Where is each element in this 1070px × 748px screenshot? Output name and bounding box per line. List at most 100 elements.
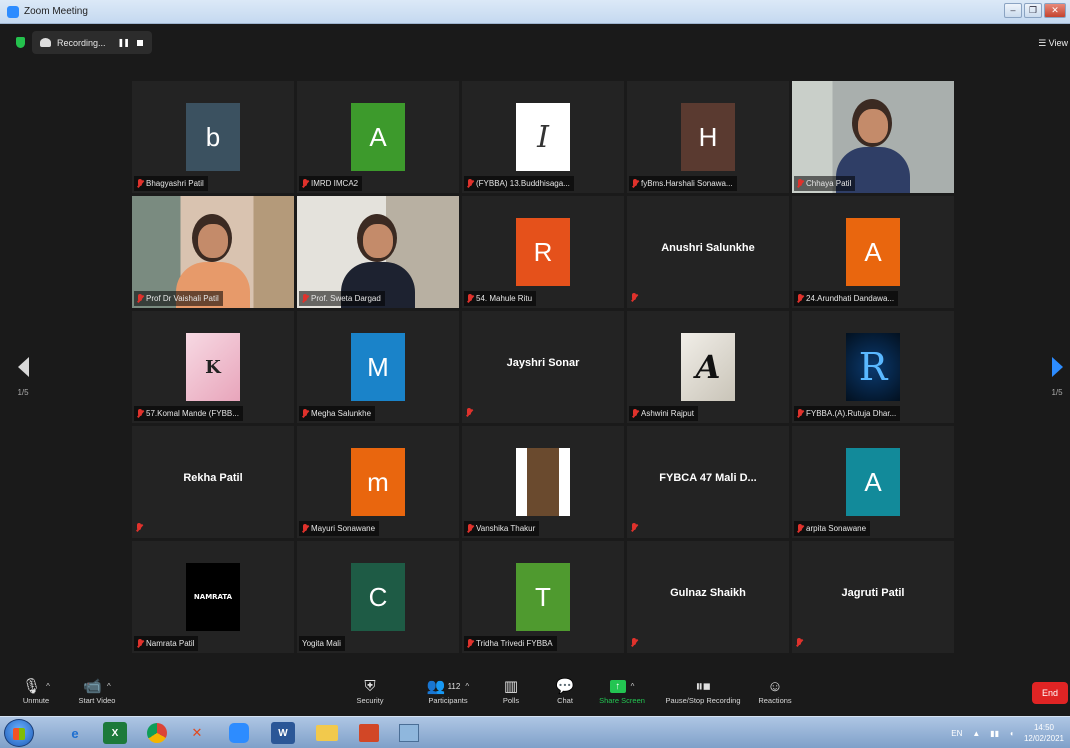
chat-button[interactable]: 💬 Chat — [550, 676, 580, 705]
muted-mic-icon — [632, 408, 638, 419]
participant-name-label: FYBBA.(A).Rutuja Dhar... — [794, 406, 901, 421]
participant-tile[interactable]: HfyBms.Harshali Sonawa... — [627, 81, 789, 193]
participant-tile[interactable]: A IMRD IMCA2 — [297, 81, 459, 193]
participant-tile[interactable]: b Bhagyashri Patil — [132, 81, 294, 193]
word-icon[interactable]: W — [271, 722, 295, 744]
file-explorer-icon[interactable] — [310, 720, 344, 746]
participant-tile[interactable]: Anushri Salunkhe — [627, 196, 789, 308]
participant-name-label: fyBms.Harshali Sonawa... — [629, 176, 737, 191]
share-screen-button[interactable]: ↑ ^ Share Screen — [596, 676, 648, 705]
participant-name: FYBBA.(A).Rutuja Dhar... — [806, 409, 897, 418]
chat-icon: 💬 — [555, 678, 575, 695]
muted-mic-icon — [466, 408, 472, 418]
participant-name-label: Ashwini Rajput — [629, 406, 698, 421]
network-icon[interactable]: ▮▮ — [990, 729, 999, 738]
tray-expand-icon[interactable]: ▲ — [972, 729, 980, 738]
start-video-label: Start Video — [78, 696, 116, 705]
start-button[interactable] — [4, 719, 34, 747]
participant-tile[interactable]: R 54. Mahule Ritu — [462, 196, 624, 308]
participant-name: Prof. Sweta Dargad — [311, 294, 381, 303]
maximize-button[interactable]: ❐ — [1024, 3, 1042, 18]
participant-tile[interactable]: Chhaya Patil — [792, 81, 954, 193]
participant-tile[interactable]: R FYBBA.(A).Rutuja Dhar... — [792, 311, 954, 423]
reactions-button[interactable]: ☺ Reactions — [752, 676, 798, 706]
muted-mic-icon — [631, 293, 637, 303]
chevron-up-icon[interactable]: ^ — [107, 682, 111, 691]
pause-stop-recording-button[interactable]: ⏸⏹ Pause/Stop Recording — [660, 676, 746, 706]
chevron-up-icon[interactable]: ^ — [465, 682, 469, 691]
participant-avatar: T — [516, 563, 570, 631]
internet-explorer-icon[interactable]: e — [58, 720, 92, 746]
participant-name: 54. Mahule Ritu — [476, 294, 533, 303]
participant-name: Vanshika Thakur — [476, 524, 536, 533]
shield-icon: ⛨ — [364, 677, 376, 695]
participant-tile[interactable]: C Yogita Mali — [297, 541, 459, 653]
end-meeting-button[interactable]: End — [1032, 682, 1068, 704]
participant-tile[interactable]: Jagruti Patil — [792, 541, 954, 653]
profile-picture-glyph: R — [858, 345, 888, 389]
clock-date: 12/02/2021 — [1023, 734, 1064, 743]
meeting-controls: 🎙 ^ Unmute 📹 ^ Start Video ⛨ Security 👥 112… — [6, 668, 1070, 716]
participant-tile[interactable]: Gulnaz Shaikh — [627, 541, 789, 653]
letter-a-art-icon: A — [681, 333, 735, 401]
participant-name: fyBms.Harshali Sonawa... — [641, 179, 733, 188]
participant-tile[interactable]: Aarpita Sonawane — [792, 426, 954, 538]
pause-recording-icon[interactable]: ❚❚ — [118, 38, 130, 47]
participants-button[interactable]: 👥 112 ^ Participants — [416, 676, 480, 705]
namrata-logo-icon: NAMRATA — [186, 563, 240, 631]
zoom-window: Zoom Meeting – ❐ ✕ Recording... ❚❚ ☰ Vie… — [0, 0, 1070, 748]
participant-name: 24.Arundhati Dandawa... — [806, 294, 895, 303]
next-page-button[interactable]: 1/5 — [1048, 357, 1066, 397]
stop-recording-icon[interactable] — [136, 39, 143, 46]
muted-mic-icon: 🎙 — [22, 678, 42, 695]
participant-avatar: H — [681, 103, 735, 171]
start-video-button[interactable]: 📹 ^ Start Video — [72, 676, 122, 705]
minimize-button[interactable]: – — [1004, 3, 1022, 18]
participant-tile[interactable]: A Ashwini Rajput — [627, 311, 789, 423]
participant-tile[interactable]: M Megha Salunkhe — [297, 311, 459, 423]
previous-page-button[interactable]: 1/5 — [14, 357, 32, 397]
participants-label: Participants — [428, 696, 468, 705]
view-button[interactable]: ☰ View — [1038, 38, 1068, 49]
neon-letter-r-icon: R — [846, 333, 900, 401]
participant-tile[interactable]: Vanshika Thakur — [462, 426, 624, 538]
participant-tile[interactable]: T Tridha Trivedi FYBBA — [462, 541, 624, 653]
participant-tile[interactable]: A 24.Arundhati Dandawa... — [792, 196, 954, 308]
participant-tile[interactable]: m Mayuri Sonawane — [297, 426, 459, 538]
participant-avatar: m — [351, 448, 405, 516]
cross-app-icon[interactable]: ✕ — [180, 720, 214, 746]
security-shield-icon[interactable] — [16, 37, 25, 48]
excel-icon[interactable]: X — [103, 722, 127, 744]
participant-tile[interactable]: Prof. Sweta Dargad — [297, 196, 459, 308]
participant-avatar: b — [186, 103, 240, 171]
chevron-up-icon[interactable]: ^ — [46, 682, 50, 691]
participant-tile[interactable]: Rekha Patil — [132, 426, 294, 538]
muted-mic-icon — [136, 523, 142, 533]
participant-tile[interactable]: NAMRATA Namrata Patil — [132, 541, 294, 653]
participant-display-name: Jagruti Patil — [841, 587, 905, 599]
title-bar: Zoom Meeting – ❐ ✕ — [0, 0, 1070, 24]
close-button[interactable]: ✕ — [1044, 3, 1066, 18]
clock[interactable]: 14:50 12/02/2021 — [1024, 722, 1064, 744]
muted-mic-icon — [137, 638, 143, 649]
volume-icon[interactable]: ◖ — [1009, 729, 1014, 738]
participant-tile[interactable]: Jayshri Sonar — [462, 311, 624, 423]
zoom-taskbar-icon[interactable] — [222, 720, 256, 746]
security-button[interactable]: ⛨ Security — [350, 676, 390, 706]
participant-tile[interactable]: Prof Dr Vaishali Patil — [132, 196, 294, 308]
participant-name: Namrata Patil — [146, 639, 195, 648]
chrome-icon[interactable] — [140, 720, 174, 746]
participant-display-name: Anushri Salunkhe — [661, 242, 755, 254]
participant-tile[interactable]: I (FYBBA) 13.Buddhisaga... — [462, 81, 624, 193]
powerpoint-icon[interactable] — [352, 720, 386, 746]
participant-name: arpita Sonawane — [806, 524, 867, 533]
emoji-plus-icon: ☺ — [767, 677, 783, 695]
participant-tile[interactable]: FYBCA 47 Mali D... — [627, 426, 789, 538]
participant-tile[interactable]: K 57.Komal Mande (FYBB... — [132, 311, 294, 423]
person-face-shape — [198, 224, 228, 258]
unmute-button[interactable]: 🎙 ^ Unmute — [14, 676, 58, 705]
polls-button[interactable]: ▥ Polls — [496, 676, 526, 705]
generic-app-icon[interactable] — [392, 720, 426, 746]
chevron-up-icon[interactable]: ^ — [631, 682, 635, 691]
language-indicator[interactable]: EN — [951, 729, 962, 738]
